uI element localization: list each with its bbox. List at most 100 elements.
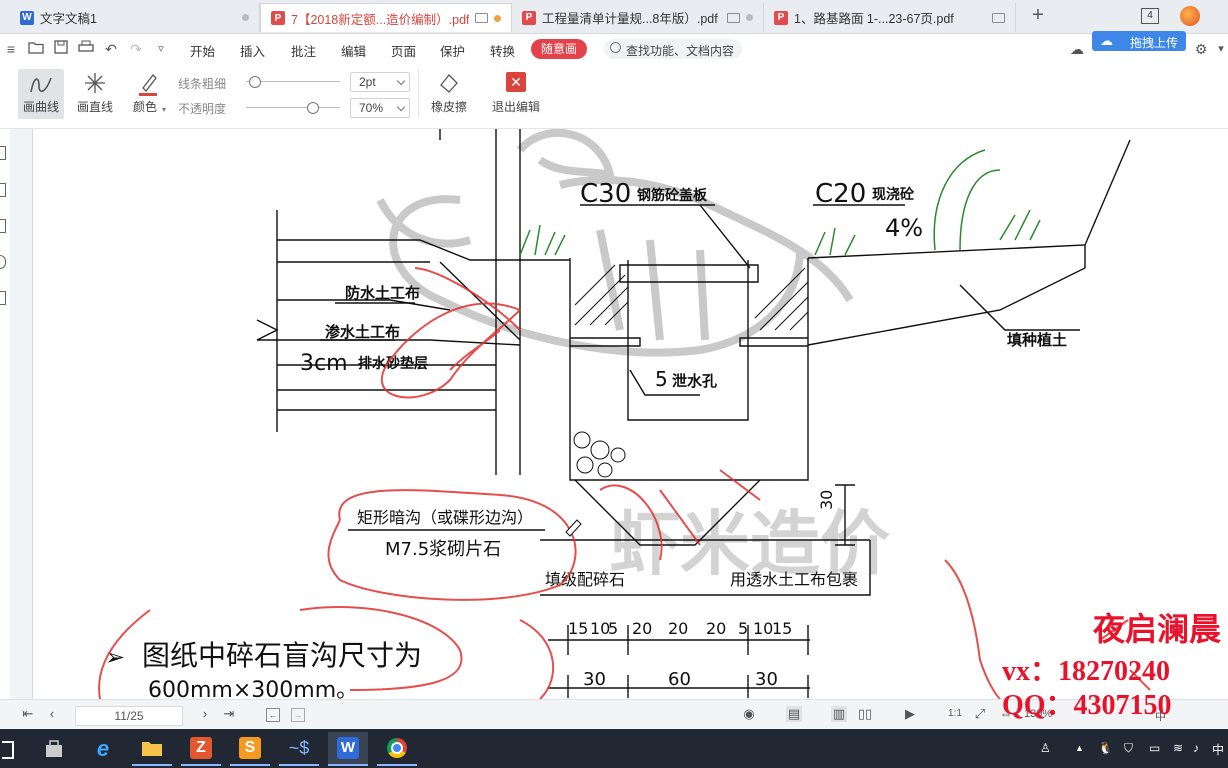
label-ditch-line1: 矩形暗沟（或碟形边沟） bbox=[357, 508, 533, 527]
dropdown-arrow-icon: ▾ bbox=[161, 105, 166, 114]
tab-close-icon[interactable] bbox=[242, 14, 249, 21]
opacity-select[interactable]: 70% bbox=[350, 98, 410, 118]
eraser-button[interactable]: 橡皮擦 bbox=[423, 69, 475, 119]
dim-top-label: 20 bbox=[668, 619, 688, 638]
word-doc-icon: W bbox=[20, 10, 34, 25]
opacity-slider[interactable] bbox=[246, 107, 340, 108]
continuous-page-icon[interactable]: ▥ bbox=[831, 706, 847, 722]
volume-icon[interactable]: ♪ bbox=[1193, 741, 1199, 755]
task-view-icon[interactable] bbox=[2, 741, 14, 759]
cloud-icon[interactable]: ☁ bbox=[1068, 40, 1086, 58]
cloud-upload-button[interactable]: ☁ 拖拽上传 bbox=[1092, 31, 1186, 51]
exit-edit-button[interactable]: ✕ 退出编辑 bbox=[488, 69, 544, 119]
tray-up-icon[interactable]: ▲ bbox=[1075, 743, 1084, 753]
back-icon[interactable]: ← bbox=[266, 708, 280, 722]
window-count[interactable]: 4 bbox=[1141, 8, 1159, 24]
dim-top-label: 15 bbox=[772, 619, 792, 638]
close-icon: ✕ bbox=[506, 72, 526, 92]
menu-icon[interactable]: ≡ bbox=[2, 40, 20, 58]
thumbnail-icon[interactable] bbox=[0, 183, 6, 197]
dim-bottom-label: 60 bbox=[668, 669, 691, 690]
ie-icon[interactable]: e bbox=[83, 732, 123, 766]
save-icon[interactable] bbox=[52, 40, 70, 58]
last-page-icon[interactable]: ⇥ bbox=[221, 706, 237, 722]
pen-color-icon bbox=[139, 74, 157, 96]
wps-z-icon[interactable]: Z bbox=[181, 732, 221, 766]
red-annotations bbox=[98, 267, 1151, 699]
menu-annotate[interactable]: 批注 bbox=[291, 41, 316, 60]
bookmark-icon[interactable] bbox=[0, 146, 6, 160]
eraser-label: 橡皮擦 bbox=[430, 100, 467, 114]
search-input[interactable]: 查找功能、文档内容 bbox=[604, 39, 742, 59]
tab-bar: W 文字文稿1 P 7【2018新定额...造价编制）.pdf P 工程量清单计… bbox=[0, 0, 1228, 34]
two-page-icon[interactable]: ▯▯ bbox=[857, 706, 873, 722]
tab-close-icon[interactable] bbox=[746, 14, 753, 21]
layers-icon[interactable] bbox=[0, 291, 6, 305]
stroke-width-label: 线条粗细 bbox=[178, 77, 227, 91]
document-margin bbox=[10, 129, 33, 699]
first-page-icon[interactable]: ⇤ bbox=[20, 706, 36, 722]
store-icon[interactable] bbox=[34, 732, 74, 766]
attachment-icon[interactable] bbox=[0, 255, 6, 269]
menu-convert[interactable]: 转换 bbox=[490, 41, 515, 60]
annotation-icon[interactable] bbox=[0, 219, 6, 233]
wps-s-icon[interactable]: S bbox=[230, 732, 270, 766]
draw-line-button[interactable]: 画直线 bbox=[72, 69, 118, 119]
settings-gear-icon[interactable]: ⚙ bbox=[1192, 40, 1210, 58]
stroke-width-select[interactable]: 2pt bbox=[350, 72, 410, 92]
actual-size-icon[interactable]: 1:1 bbox=[947, 706, 963, 722]
open-folder-icon[interactable] bbox=[27, 40, 45, 58]
single-page-icon[interactable]: ▤ bbox=[786, 706, 802, 722]
opacity-value: 70% bbox=[359, 101, 384, 115]
tab-document-4[interactable]: P 1、路基路面 1-...23-67页.pdf bbox=[764, 3, 1016, 32]
file-explorer-icon[interactable] bbox=[132, 732, 172, 766]
engineering-drawing: 虾米造价 C30 钢筋砼盖板 C20 现浇砼 4% 防水土工布 渗水土工布 3c… bbox=[98, 129, 1221, 699]
menu-edit[interactable]: 编辑 bbox=[341, 41, 366, 60]
color-picker-button[interactable]: 颜色 ▾ bbox=[128, 69, 168, 119]
avatar[interactable] bbox=[1180, 6, 1200, 26]
person-icon[interactable]: ♙ bbox=[1040, 741, 1051, 755]
note-line1: 图纸中碎石盲沟尺寸为 bbox=[142, 639, 422, 672]
stroke-width-value: 2pt bbox=[359, 75, 376, 89]
dim-top-label: 15 bbox=[568, 619, 588, 638]
wifi-icon[interactable]: ≋ bbox=[1173, 741, 1183, 755]
menu-start[interactable]: 开始 bbox=[190, 41, 215, 60]
play-icon[interactable]: ▶ bbox=[902, 706, 918, 722]
wps-w-icon[interactable]: W bbox=[328, 732, 368, 766]
dimension-top-row: 15 105 20 20 20 5 1015 bbox=[568, 619, 792, 638]
ime-tray[interactable]: 中 bbox=[1212, 741, 1224, 758]
menu-freehand[interactable]: 随意画 bbox=[531, 39, 587, 59]
tab-document-2[interactable]: P 7【2018新定额...造价编制）.pdf bbox=[260, 3, 512, 32]
eye-icon[interactable]: ◉ bbox=[741, 706, 757, 722]
chrome-icon[interactable] bbox=[377, 732, 417, 766]
battery-icon[interactable]: ▭ bbox=[1149, 741, 1160, 755]
menu-insert[interactable]: 插入 bbox=[240, 41, 265, 60]
pdf-page-view[interactable]: 虾米造价 C30 钢筋砼盖板 C20 现浇砼 4% 防水土工布 渗水土工布 3c… bbox=[33, 129, 1228, 699]
dim-top-label: 10 bbox=[753, 619, 773, 638]
tab-modified-icon[interactable] bbox=[494, 14, 501, 22]
expand-icon[interactable]: ▾ bbox=[1212, 40, 1228, 58]
next-page-icon[interactable]: › bbox=[197, 706, 213, 722]
search-placeholder: 查找功能、文档内容 bbox=[626, 44, 735, 58]
more-icon[interactable]: ▿ bbox=[152, 40, 170, 58]
stroke-width-handle[interactable] bbox=[249, 76, 261, 88]
network-tool-icon[interactable]: ~$ bbox=[279, 732, 319, 766]
menu-page[interactable]: 页面 bbox=[391, 41, 416, 60]
redo-icon[interactable]: ↷ bbox=[127, 40, 145, 58]
qq-icon[interactable]: 🐧 bbox=[1098, 741, 1113, 755]
prev-page-icon[interactable]: ‹ bbox=[44, 706, 60, 722]
print-icon[interactable] bbox=[77, 40, 95, 58]
draw-curve-button[interactable]: 画曲线 bbox=[18, 69, 64, 119]
tab-document-3[interactable]: P 工程量清单计量规...8年版）.pdf bbox=[512, 3, 764, 32]
fit-page-icon[interactable]: ⤢ bbox=[972, 706, 988, 722]
forward-icon[interactable]: → bbox=[291, 708, 305, 722]
shield-icon[interactable]: ⛉ bbox=[1124, 741, 1133, 756]
menu-protect[interactable]: 保护 bbox=[440, 41, 465, 60]
page-number-input[interactable]: 11/25 bbox=[75, 706, 183, 726]
label-permeable-geotextile: 渗水土工布 bbox=[325, 323, 400, 341]
opacity-handle[interactable] bbox=[306, 102, 319, 114]
new-tab-button[interactable]: + bbox=[1027, 5, 1049, 27]
tab-document-1[interactable]: W 文字文稿1 bbox=[10, 3, 260, 32]
draw-curve-label: 画曲线 bbox=[22, 100, 59, 114]
undo-icon[interactable]: ↶ bbox=[102, 40, 120, 58]
